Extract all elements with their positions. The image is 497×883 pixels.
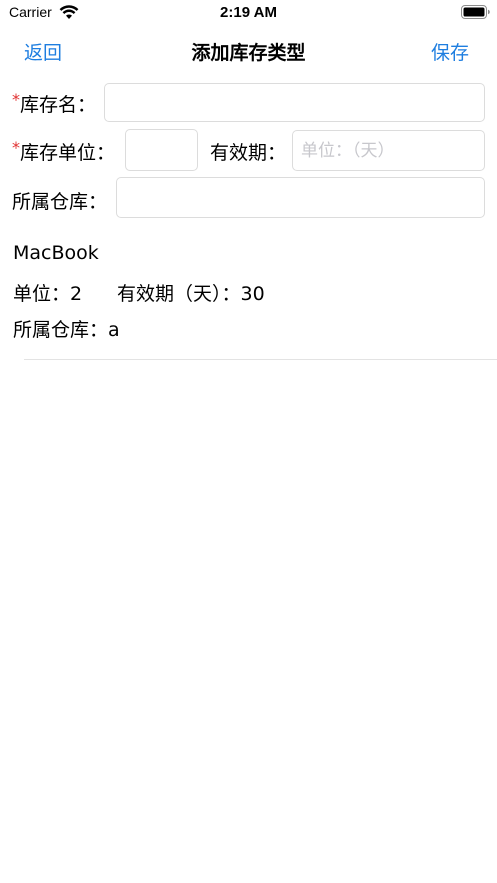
unit-input[interactable] bbox=[125, 129, 198, 171]
expiry-label: 有效期： bbox=[210, 142, 287, 164]
warehouse-label: 所属仓库： bbox=[12, 191, 108, 213]
warehouse-input[interactable] bbox=[116, 177, 485, 218]
required-mark: * bbox=[12, 90, 20, 109]
status-time: 2:19 AM bbox=[220, 4, 277, 21]
name-label: 库存名： bbox=[20, 94, 97, 116]
row-divider bbox=[24, 359, 497, 360]
item-name: MacBook bbox=[13, 242, 99, 264]
name-input[interactable] bbox=[104, 83, 485, 122]
save-button[interactable]: 保存 bbox=[431, 38, 469, 65]
item-unit: 单位：2 bbox=[13, 283, 83, 305]
expiry-input[interactable] bbox=[292, 130, 485, 171]
page-title: 添加库存类型 bbox=[191, 42, 306, 64]
item-expiry: 有效期（天）：30 bbox=[117, 283, 265, 305]
required-mark: * bbox=[12, 138, 20, 157]
unit-label: 库存单位： bbox=[20, 142, 116, 164]
battery-icon bbox=[461, 5, 490, 19]
status-bar: Carrier 2:19 AM bbox=[0, 0, 497, 26]
item-warehouse: 所属仓库：a bbox=[13, 319, 120, 341]
unit-label-wrapper: *库存单位： bbox=[12, 138, 115, 165]
name-label-wrapper: *库存名： bbox=[12, 90, 96, 117]
